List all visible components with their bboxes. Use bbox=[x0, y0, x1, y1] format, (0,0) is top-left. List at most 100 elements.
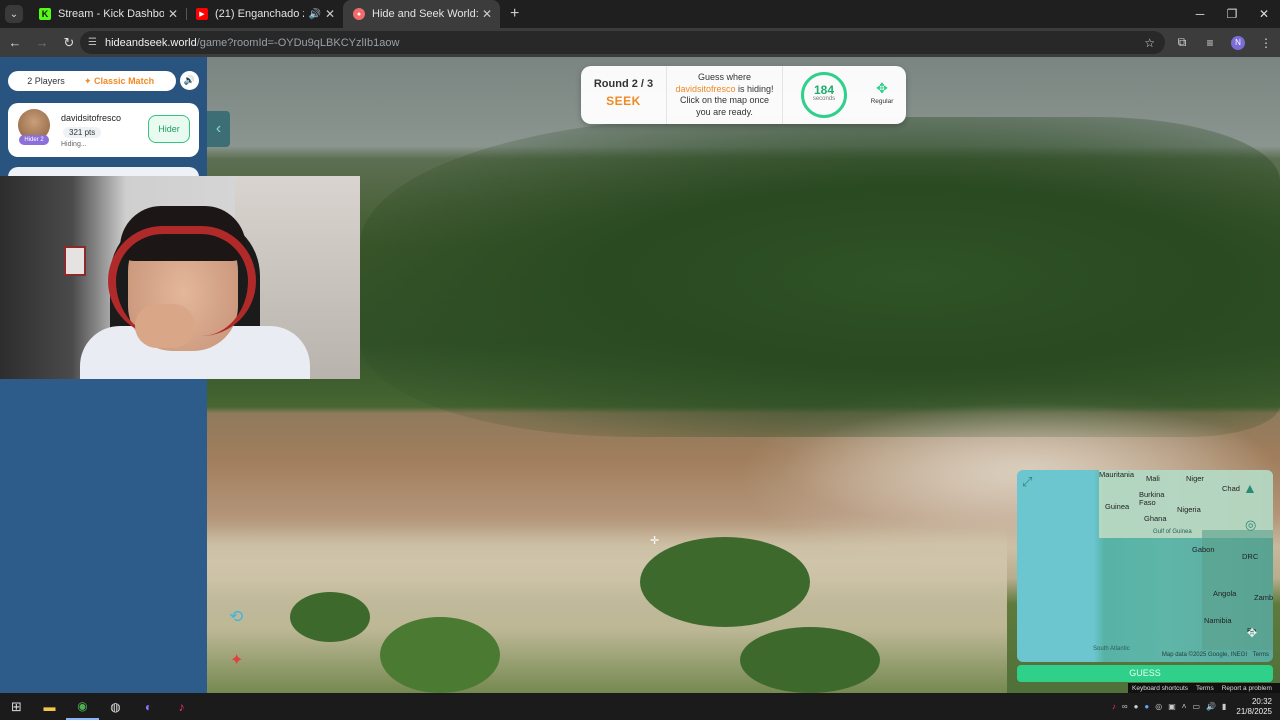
url-host: hideandseek.world bbox=[104, 36, 197, 49]
guess-minimap[interactable]: Mauritania Mali Niger Chad Burkina Faso … bbox=[1017, 470, 1273, 662]
difficulty-label: Regular bbox=[870, 98, 894, 105]
kick-icon: K bbox=[39, 8, 51, 20]
address-bar[interactable]: ☰ hideandseek.world/game?roomId=-OYDu9qL… bbox=[80, 31, 1165, 54]
collapse-panel-chevron-icon[interactable]: ‹ bbox=[207, 111, 230, 147]
tab-kick-dashboard[interactable]: K Stream - Kick Dashboard ✕ bbox=[29, 0, 186, 28]
battery-icon[interactable]: ▮ bbox=[1222, 702, 1226, 711]
tab-youtube[interactable]: ▶ (21) Enganchado zeballos - 🔊 ✕ bbox=[186, 0, 343, 28]
map-label: Burkina Faso bbox=[1139, 490, 1165, 507]
report-problem-link[interactable]: Report a problem bbox=[1222, 685, 1272, 692]
countdown-timer: 184 seconds bbox=[801, 72, 847, 118]
back-arrow-icon[interactable]: ← bbox=[3, 35, 27, 50]
extensions-puzzle-icon[interactable]: ⧉ bbox=[1168, 35, 1196, 50]
map-label: Zambia bbox=[1254, 593, 1273, 602]
forward-arrow-icon[interactable]: → bbox=[30, 35, 54, 50]
tray-icon[interactable]: ● bbox=[1144, 702, 1149, 711]
map-label: Nigeria bbox=[1177, 505, 1201, 514]
tiktok-icon[interactable]: ♪ bbox=[165, 693, 198, 720]
tiktok-tray-icon[interactable]: ♪ bbox=[1112, 702, 1116, 711]
network-icon[interactable]: ▭ bbox=[1192, 702, 1200, 711]
overflow-chevron-icon[interactable]: ˄ bbox=[1182, 702, 1187, 711]
compass-icon[interactable]: ✦ bbox=[230, 650, 243, 670]
map-label: Guinea bbox=[1105, 502, 1130, 511]
shrub bbox=[290, 592, 370, 642]
timer-value: 184 bbox=[813, 83, 835, 97]
map-label: Mali bbox=[1146, 474, 1160, 483]
players-count: 2 Players bbox=[27, 76, 65, 86]
round-label: Round 2 / 3 bbox=[593, 78, 654, 90]
round-phase: SEEK bbox=[606, 94, 641, 108]
tab-title: (21) Enganchado zeballos - bbox=[215, 8, 304, 20]
close-window-icon[interactable]: ✕ bbox=[1248, 0, 1280, 28]
tab-title: Hide and Seek World: Online M bbox=[372, 8, 478, 20]
player-status: Hiding... bbox=[61, 141, 87, 148]
youtube-icon: ▶ bbox=[196, 8, 208, 20]
tab-hide-and-seek[interactable]: ● Hide and Seek World: Online M ✕ bbox=[343, 0, 500, 28]
bookmark-star-icon[interactable]: ☆ bbox=[1144, 36, 1155, 50]
match-info-pill: 2 Players ✦ Classic Match bbox=[8, 71, 176, 91]
map-label: Gabon bbox=[1192, 545, 1215, 554]
browser-toolbar: ← → ↻ ☰ hideandseek.world/game?roomId=-O… bbox=[0, 28, 1280, 57]
windows-taskbar: ⊞ ▬ ◉ ◍ ◐ ♪ ♪ ∞ ● ● ◎ ▣ ˄ ▭ 🔊 ▮ 20:32 21… bbox=[0, 693, 1280, 720]
tray-icon[interactable]: ▣ bbox=[1168, 702, 1176, 711]
tray-icon[interactable]: ◎ bbox=[1155, 702, 1162, 711]
map-pan-icon[interactable]: ✥ bbox=[1247, 626, 1257, 640]
site-info-icon[interactable]: ☰ bbox=[88, 37, 97, 48]
close-icon[interactable]: ✕ bbox=[168, 7, 178, 21]
map-footer-links: Keyboard shortcuts Terms Report a proble… bbox=[1128, 683, 1280, 693]
difficulty-indicator: ✥ Regular bbox=[865, 81, 899, 105]
map-label: Chad bbox=[1222, 484, 1240, 493]
reload-icon[interactable]: ↻ bbox=[57, 35, 81, 51]
map-label: DRC bbox=[1242, 552, 1259, 561]
close-icon[interactable]: ✕ bbox=[482, 7, 492, 21]
browser-tab-strip: ⌄ K Stream - Kick Dashboard ✕ ▶ (21) Eng… bbox=[0, 0, 1280, 28]
message-line: is hiding! bbox=[738, 83, 774, 94]
restore-icon[interactable]: ❐ bbox=[1216, 0, 1248, 28]
tab-search-chevron-icon[interactable]: ⌄ bbox=[5, 5, 23, 23]
message-line: you are ready. bbox=[696, 106, 753, 117]
player-name: davidsitofresco bbox=[61, 113, 122, 123]
volume-icon[interactable]: 🔊 bbox=[1206, 702, 1216, 711]
player-points: 321 pts bbox=[63, 127, 102, 138]
round-info: Round 2 / 3 SEEK bbox=[581, 66, 667, 124]
obs-icon[interactable]: ◍ bbox=[99, 693, 132, 720]
map-size-toggle-icon[interactable]: ▲ bbox=[1243, 480, 1257, 496]
locate-icon[interactable]: ◎ bbox=[1245, 517, 1256, 533]
media-queue-icon[interactable]: ≡ bbox=[1196, 36, 1224, 50]
tray-icon[interactable]: ● bbox=[1134, 702, 1139, 711]
clock-time: 20:32 bbox=[1251, 696, 1272, 706]
new-tab-plus-icon[interactable]: + bbox=[510, 5, 519, 23]
speaker-icon[interactable]: 🔊 bbox=[180, 71, 199, 90]
guess-button[interactable]: GUESS bbox=[1017, 665, 1273, 682]
minimize-icon[interactable]: ─ bbox=[1184, 0, 1216, 28]
shrub bbox=[740, 627, 880, 693]
tab-title: Stream - Kick Dashboard bbox=[58, 8, 164, 20]
hider-role-button[interactable]: Hider bbox=[148, 115, 190, 143]
speaker-icon[interactable]: 🔊 bbox=[308, 9, 320, 20]
chrome-icon[interactable]: ◉ bbox=[66, 693, 99, 720]
map-label: Gulf of Guinea bbox=[1153, 529, 1192, 535]
window-controls: ─ ❐ ✕ bbox=[1184, 0, 1280, 28]
toolbar-actions: ⧉ ≡ N ⋮ bbox=[1168, 28, 1280, 57]
map-label: Namibia bbox=[1204, 616, 1232, 625]
map-label: Angola bbox=[1213, 589, 1237, 598]
close-icon[interactable]: ✕ bbox=[325, 7, 335, 21]
move-arrows-icon: ✥ bbox=[876, 80, 888, 96]
file-explorer-icon[interactable]: ▬ bbox=[33, 693, 66, 720]
return-to-start-icon[interactable]: ⟲ bbox=[229, 607, 243, 627]
terms-link[interactable]: Terms bbox=[1196, 685, 1214, 692]
shrub bbox=[640, 537, 810, 627]
map-terms-link[interactable]: Terms bbox=[1253, 652, 1269, 658]
shrub bbox=[380, 617, 500, 693]
link-tray-icon[interactable]: ∞ bbox=[1122, 702, 1128, 711]
discord-icon[interactable]: ◐ bbox=[132, 693, 165, 720]
expand-map-icon[interactable]: ⤢ bbox=[1022, 474, 1032, 490]
keyboard-shortcuts-link[interactable]: Keyboard shortcuts bbox=[1132, 685, 1188, 692]
kebab-menu-icon[interactable]: ⋮ bbox=[1252, 36, 1280, 50]
profile-avatar[interactable]: N bbox=[1231, 35, 1245, 50]
url-path: /game?roomId=-OYDu9qLBKCYzlIb1aow bbox=[196, 36, 400, 49]
wall-poster bbox=[64, 246, 86, 276]
hider-name: davidsitofresco bbox=[675, 83, 736, 94]
system-clock[interactable]: 20:32 21/8/2025 bbox=[1236, 697, 1272, 717]
windows-start-icon[interactable]: ⊞ bbox=[0, 693, 33, 720]
